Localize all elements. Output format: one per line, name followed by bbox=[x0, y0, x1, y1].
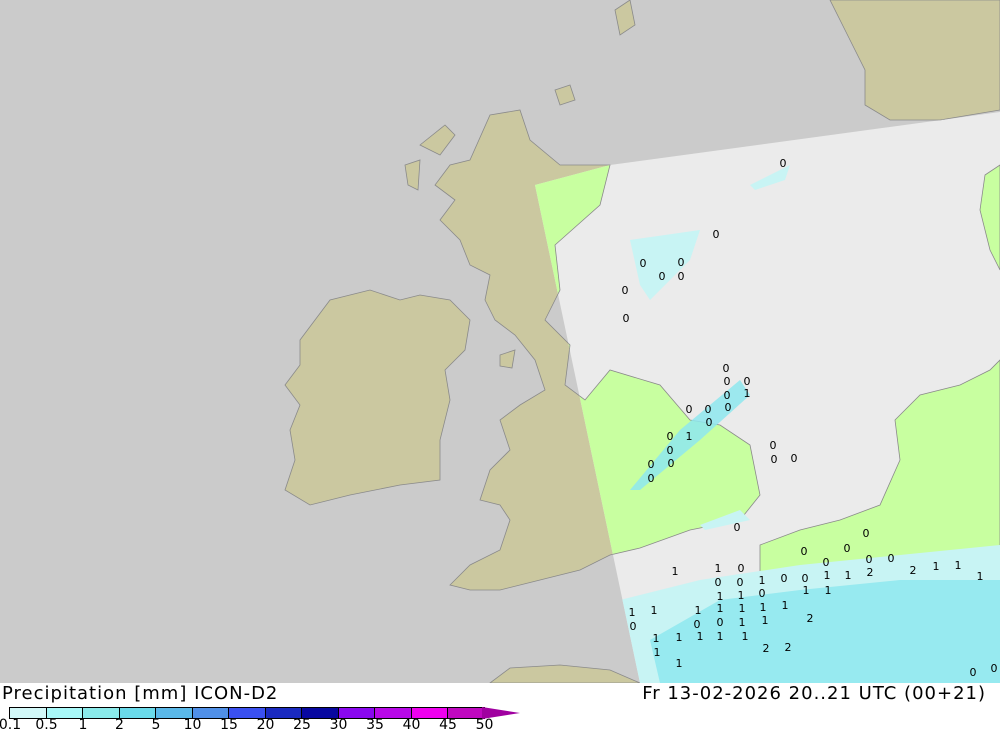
precip-value-label: 0 bbox=[640, 257, 647, 270]
precip-value-label: 1 bbox=[739, 616, 746, 629]
color-scale-tick-label: 0.5 bbox=[35, 717, 58, 733]
precip-value-label: 1 bbox=[760, 601, 767, 614]
precip-value-label: 0 bbox=[668, 457, 675, 470]
precip-value-label: 2 bbox=[867, 566, 874, 579]
color-scale-tick-label: 45 bbox=[439, 717, 457, 733]
precip-value-label: 0 bbox=[844, 542, 851, 555]
precip-value-label: 0 bbox=[706, 416, 713, 429]
color-scale-tick-label: 5 bbox=[151, 717, 161, 733]
precip-value-label: 1 bbox=[782, 599, 789, 612]
precip-value-label: 0 bbox=[623, 312, 630, 325]
precip-value-label: 0 bbox=[791, 452, 798, 465]
color-scale-tick-label: 35 bbox=[366, 717, 384, 733]
precip-value-label: 2 bbox=[910, 564, 917, 577]
precip-value-label: 0 bbox=[771, 453, 778, 466]
precip-value-label: 0 bbox=[823, 556, 830, 569]
precip-value-label: 1 bbox=[654, 646, 661, 659]
precip-value-label: 0 bbox=[717, 616, 724, 629]
precip-value-label: 1 bbox=[653, 632, 660, 645]
precipitation-map: 0000000000 00 10 0 010000 0000 00 0000 0 01 1 0 10 0 1… bbox=[0, 0, 1000, 683]
legend: Precipitation [mm] ICON-D2 Fr 13-02-2026… bbox=[0, 683, 1000, 733]
precip-value-label: 1 bbox=[651, 604, 658, 617]
precip-value-label: 1 bbox=[695, 604, 702, 617]
color-scale-tick-label: 50 bbox=[475, 717, 494, 733]
precip-value-label: 1 bbox=[825, 584, 832, 597]
precip-value-label: 0 bbox=[725, 401, 732, 414]
precip-value-label: 0 bbox=[780, 157, 787, 170]
precip-value-label: 0 bbox=[770, 439, 777, 452]
precip-value-label: 0 bbox=[781, 572, 788, 585]
precip-value-label: 1 bbox=[672, 565, 679, 578]
legend-title: Precipitation [mm] ICON-D2 bbox=[2, 683, 279, 704]
color-scale-tick-label: 2 bbox=[115, 717, 124, 733]
precip-value-label: 0 bbox=[659, 270, 666, 283]
precip-value-label: 0 bbox=[737, 576, 744, 589]
precip-value-label: 2 bbox=[807, 612, 814, 625]
precip-value-label: 0 bbox=[648, 458, 655, 471]
precip-value-label: 0 bbox=[723, 362, 730, 375]
precip-value-label: 0 bbox=[705, 403, 712, 416]
precip-value-label: 1 bbox=[762, 614, 769, 627]
precip-value-label: 1 bbox=[803, 584, 810, 597]
precip-value-label: 0 bbox=[863, 527, 870, 540]
precip-value-label: 2 bbox=[763, 642, 770, 655]
precip-value-label: 0 bbox=[724, 375, 731, 388]
precip-value-label: 0 bbox=[734, 521, 741, 534]
precip-value-label: 1 bbox=[717, 630, 724, 643]
color-scale-tick-label: 10 bbox=[183, 717, 202, 733]
precip-value-label: 0 bbox=[715, 576, 722, 589]
precip-value-label: 0 bbox=[686, 403, 693, 416]
precip-value-label: 1 bbox=[697, 630, 704, 643]
precip-value-label: 1 bbox=[676, 657, 683, 670]
precip-value-label: 0 bbox=[622, 284, 629, 297]
precip-value-label: 1 bbox=[738, 589, 745, 602]
color-scale-tick-label: 30 bbox=[329, 717, 348, 733]
precip-value-label: 1 bbox=[715, 562, 722, 575]
precip-value-label: 0 bbox=[713, 228, 720, 241]
color-scale-tick-label: 20 bbox=[256, 717, 275, 733]
color-scale-tick-label: 0.1 bbox=[0, 717, 22, 733]
color-scale-segment bbox=[119, 708, 156, 718]
precip-value-label: 1 bbox=[933, 560, 940, 573]
precip-value-label: 0 bbox=[630, 620, 637, 633]
precip-value-label: 2 bbox=[785, 641, 792, 654]
precip-value-label: 1 bbox=[744, 387, 751, 400]
precip-value-label: 1 bbox=[845, 569, 852, 582]
precip-value-label: 0 bbox=[888, 552, 895, 565]
color-scale-tick-label: 15 bbox=[220, 717, 238, 733]
forecast-timestamp: Fr 13-02-2026 20..21 UTC (00+21) bbox=[642, 683, 986, 704]
precip-value-label: 1 bbox=[977, 570, 984, 583]
precip-value-label: 1 bbox=[739, 602, 746, 615]
precip-value-label: 0 bbox=[667, 444, 674, 457]
precip-value-label: 0 bbox=[759, 587, 766, 600]
precip-value-label: 1 bbox=[742, 630, 749, 643]
precip-value-label: 0 bbox=[991, 662, 998, 675]
precip-value-label: 1 bbox=[824, 569, 831, 582]
precip-value-label: 0 bbox=[738, 562, 745, 575]
precip-value-label: 0 bbox=[801, 545, 808, 558]
precip-value-label: 1 bbox=[955, 559, 962, 572]
precip-value-label: 0 bbox=[648, 472, 655, 485]
color-scale-segment bbox=[83, 708, 120, 718]
precip-value-label: 1 bbox=[717, 602, 724, 615]
precip-value-label: 1 bbox=[686, 430, 693, 443]
precip-value-label: 0 bbox=[667, 430, 674, 443]
color-scale-tick-label: 25 bbox=[293, 717, 311, 733]
precip-value-label: 1 bbox=[676, 631, 683, 644]
precip-value-label: 0 bbox=[678, 270, 685, 283]
precip-value-label: 1 bbox=[759, 574, 766, 587]
color-scale-tick-label: 40 bbox=[402, 717, 421, 733]
color-scale-tick-label: 1 bbox=[78, 717, 88, 733]
precip-value-label: 0 bbox=[678, 256, 685, 269]
precip-value-label: 0 bbox=[970, 666, 977, 679]
precip-value-label: 1 bbox=[629, 606, 636, 619]
precip-value-label: 0 bbox=[866, 553, 873, 566]
